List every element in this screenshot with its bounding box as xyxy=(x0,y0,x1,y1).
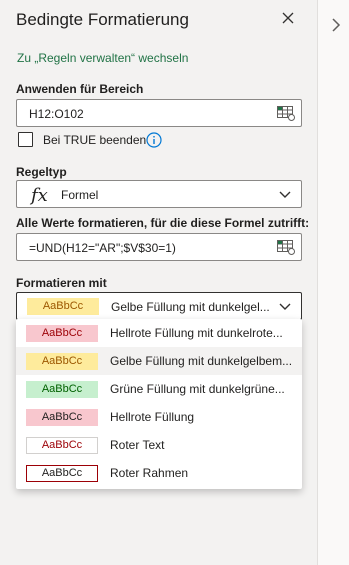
format-option-label: Grüne Füllung mit dunkelgrüne... xyxy=(110,382,285,396)
format-options-list: AaBbCc Hellrote Füllung mit dunkelrote..… xyxy=(16,319,302,489)
format-option-label: Hellrote Füllung xyxy=(110,410,195,424)
format-option-label: Roter Text xyxy=(110,438,165,452)
close-icon[interactable] xyxy=(280,10,296,26)
chevron-down-icon xyxy=(279,191,291,198)
format-swatch: AaBbCc xyxy=(26,353,98,370)
formula-field[interactable]: =UND(H12="AR";$V$30=1) xyxy=(16,233,302,261)
stop-if-true-checkbox[interactable] xyxy=(18,132,33,147)
format-option-label: Roter Rahmen xyxy=(110,466,189,480)
formula-value: =UND(H12="AR";$V$30=1) xyxy=(29,241,176,255)
side-strip xyxy=(318,0,349,565)
rule-type-dropdown[interactable]: fx Formel xyxy=(16,180,302,208)
format-option-label: Hellrote Füllung mit dunkelrote... xyxy=(110,326,283,340)
conditional-formatting-pane: Bedingte Formatierung Zu „Regeln verwalt… xyxy=(0,0,318,565)
format-option[interactable]: AaBbCc Hellrote Füllung mit dunkelrote..… xyxy=(16,319,302,347)
format-selected-label: Gelbe Füllung mit dunkelgel... xyxy=(111,300,270,314)
format-swatch: AaBbCc xyxy=(26,465,98,482)
range-label: Anwenden für Bereich xyxy=(16,82,144,96)
range-selector-icon[interactable] xyxy=(277,240,295,255)
fx-icon: fx xyxy=(31,185,48,206)
format-swatch: AaBbCc xyxy=(26,381,98,398)
rule-type-value: Formel xyxy=(61,188,99,202)
range-field[interactable]: H12:O102 xyxy=(16,99,302,127)
chevron-right-icon[interactable] xyxy=(330,18,342,32)
manage-rules-link[interactable]: Zu „Regeln verwalten“ wechseln xyxy=(17,51,188,65)
format-selected-swatch: AaBbCc xyxy=(27,298,99,315)
format-option[interactable]: AaBbCc Roter Rahmen xyxy=(16,459,302,487)
format-option-label: Gelbe Füllung mit dunkelgelbem... xyxy=(110,354,293,368)
range-value: H12:O102 xyxy=(29,107,84,121)
pane-title: Bedingte Formatierung xyxy=(16,10,189,29)
info-icon[interactable] xyxy=(146,132,162,148)
chevron-down-icon xyxy=(279,303,291,310)
format-swatch: AaBbCc xyxy=(26,409,98,426)
rule-type-label: Regeltyp xyxy=(16,165,67,179)
format-swatch: AaBbCc xyxy=(26,437,98,454)
format-option[interactable]: AaBbCc Gelbe Füllung mit dunkelgelbem... xyxy=(16,347,302,375)
format-dropdown[interactable]: AaBbCc Gelbe Füllung mit dunkelgel... xyxy=(16,292,302,320)
format-option[interactable]: AaBbCc Hellrote Füllung xyxy=(16,403,302,431)
stop-if-true-label: Bei TRUE beenden xyxy=(43,133,147,147)
format-label: Formatieren mit xyxy=(16,276,107,290)
format-option[interactable]: AaBbCc Grüne Füllung mit dunkelgrüne... xyxy=(16,375,302,403)
format-option[interactable]: AaBbCc Roter Text xyxy=(16,431,302,459)
formula-label: Alle Werte formatieren, für die diese Fo… xyxy=(16,216,310,230)
range-selector-icon[interactable] xyxy=(277,106,295,121)
format-swatch: AaBbCc xyxy=(26,325,98,342)
